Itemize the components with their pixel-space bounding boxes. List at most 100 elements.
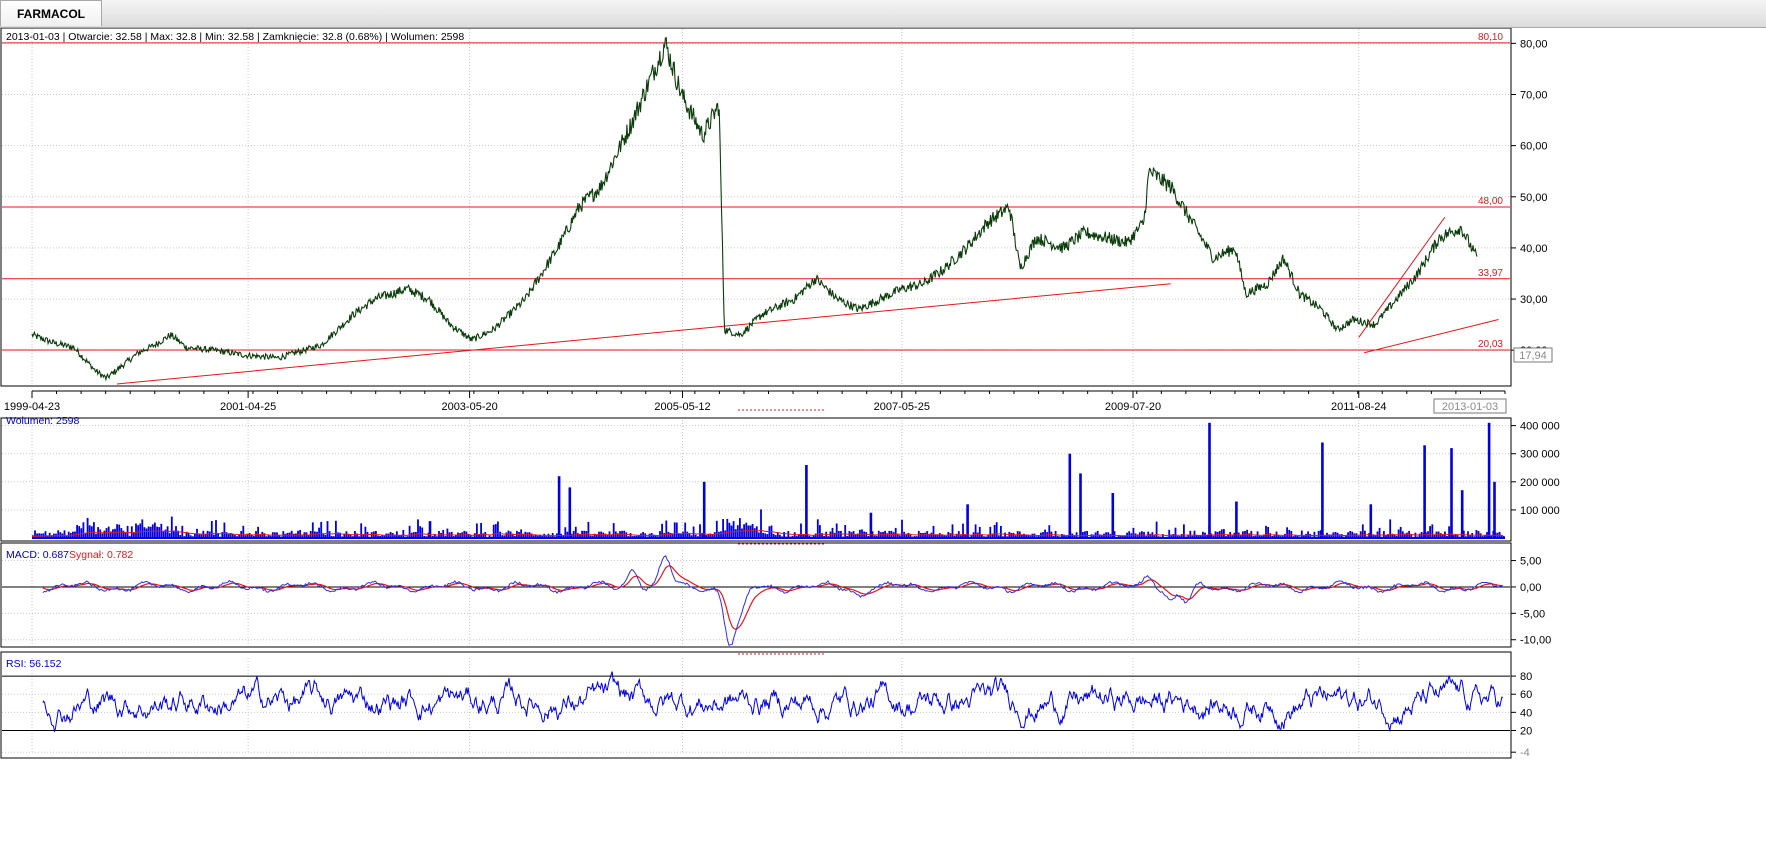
volume-bar	[1048, 525, 1051, 538]
volume-bar	[1473, 536, 1476, 538]
volume-bar	[320, 521, 323, 538]
volume-bar	[785, 536, 788, 538]
volume-bar	[661, 523, 663, 538]
volume-bar	[330, 536, 333, 538]
volume-bar	[244, 535, 247, 538]
volume-bar	[1284, 533, 1286, 538]
volume-bar	[667, 531, 670, 538]
volume-bar	[734, 529, 737, 538]
volume-bar	[1012, 532, 1015, 538]
volume-bar	[141, 519, 144, 538]
volume-bar	[1084, 531, 1086, 538]
volume-bar	[892, 532, 895, 538]
volume-bar	[899, 535, 901, 538]
volume-bar	[835, 523, 838, 538]
volume-bar	[421, 527, 424, 538]
volume-bar	[351, 536, 354, 538]
volume-bar	[1157, 536, 1160, 538]
volume-bar	[1231, 535, 1234, 538]
volume-bar	[865, 532, 868, 538]
price-line	[31, 37, 1478, 382]
volume-bar	[1313, 531, 1316, 538]
volume-bar	[118, 524, 121, 538]
volume-bar	[1155, 521, 1158, 538]
rsi-y-tick-label: 60	[1520, 689, 1532, 701]
volume-bar	[913, 536, 916, 538]
volume-bar	[1487, 422, 1491, 538]
tab-farmacol[interactable]: FARMACOL	[0, 0, 102, 26]
volume-bar	[189, 535, 192, 538]
volume-bar	[428, 521, 432, 538]
volume-bar	[675, 522, 678, 538]
volume-bar	[1145, 536, 1147, 538]
volume-bar	[1189, 530, 1192, 538]
volume-bar	[1225, 536, 1227, 538]
volume-bar	[1088, 536, 1091, 538]
volume-bar	[1068, 453, 1072, 538]
volume-bar	[911, 536, 914, 538]
volume-bar	[564, 527, 567, 538]
volume-bar	[827, 536, 830, 538]
volume-bar	[1273, 535, 1276, 538]
volume-bar	[997, 535, 1000, 538]
trend-line	[116, 283, 1171, 385]
volume-bar	[215, 520, 217, 538]
volume-bar	[1111, 493, 1115, 538]
volume-bar	[364, 526, 367, 538]
info-line: 2013-01-03 | Otwarcie: 32.58 | Max: 32.8…	[6, 31, 464, 43]
volume-bar	[1357, 535, 1360, 538]
volume-bar	[1311, 536, 1314, 538]
volume-bar	[532, 535, 535, 538]
volume-bar	[509, 531, 512, 538]
volume-bar	[1399, 526, 1402, 538]
price-trend-lines	[116, 216, 1499, 385]
volume-bar	[758, 532, 760, 538]
volume-bar	[983, 536, 985, 538]
volume-bar	[772, 533, 775, 538]
volume-bar	[953, 535, 956, 538]
current-date-label: 2013-01-03	[1442, 401, 1498, 413]
volume-bar	[1233, 532, 1236, 538]
price-x-tick-label: 1999-04-23	[4, 401, 60, 413]
volume-bar	[82, 522, 85, 538]
volume-bar	[602, 532, 605, 538]
volume-bar	[187, 533, 190, 538]
volume-bar	[1037, 535, 1040, 538]
rsi-y-tick-label: 40	[1520, 707, 1532, 719]
volume-bar	[164, 529, 167, 538]
volume-bar	[1008, 531, 1011, 538]
price-x-tick-label: 2011-08-24	[1331, 401, 1386, 413]
volume-bar	[1193, 530, 1196, 538]
volume-bar	[543, 533, 546, 538]
volume-bar	[1454, 534, 1457, 538]
volume-bar	[1260, 535, 1263, 538]
volume-bar	[1460, 490, 1464, 538]
volume-bar	[492, 524, 495, 538]
volume-bar	[387, 533, 390, 538]
volume-bar	[183, 536, 186, 538]
volume-bar	[324, 534, 327, 538]
volume-bar	[1185, 536, 1187, 538]
volume-bar	[242, 525, 245, 538]
volume-bar	[762, 532, 764, 538]
price-x-tick-label: 2003-05-20	[441, 401, 497, 413]
volume-bar	[88, 525, 91, 538]
volume-bar	[223, 522, 226, 538]
volume-bar	[135, 523, 137, 538]
volume-bar	[1004, 532, 1006, 538]
volume-bar	[1380, 536, 1383, 538]
volume-bar	[1061, 534, 1063, 538]
volume-bar	[823, 536, 825, 538]
volume-bar	[406, 536, 409, 538]
volume-bar	[987, 535, 990, 538]
macd-grid	[2, 550, 1510, 645]
volume-bar	[1164, 536, 1166, 538]
volume-bar	[962, 523, 964, 538]
volume-bar	[356, 533, 358, 538]
volume-bar	[1174, 527, 1177, 538]
volume-bar	[120, 528, 123, 538]
volume-bar	[678, 533, 680, 538]
macd-line	[42, 555, 1504, 646]
volume-bar	[747, 525, 750, 538]
volume-bar	[1168, 529, 1171, 538]
